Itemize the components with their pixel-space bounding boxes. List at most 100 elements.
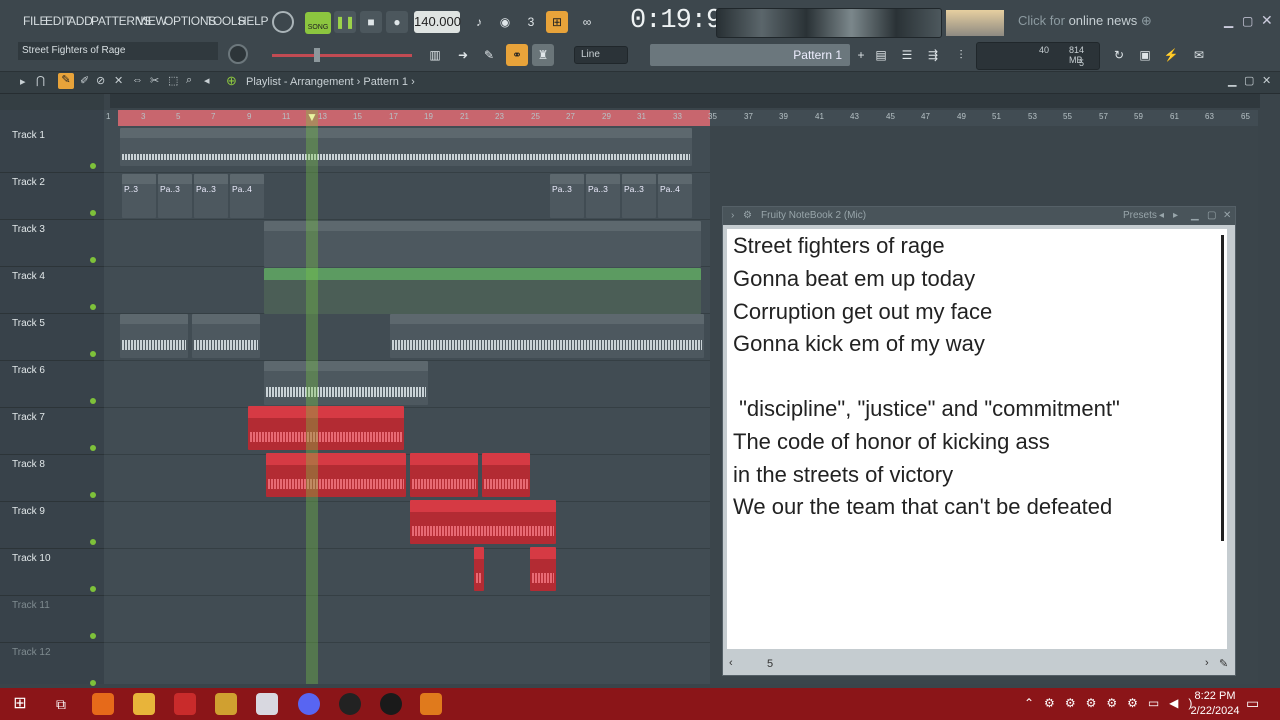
notebook-titlebar[interactable]: › ⚙ Fruity NoteBook 2 (Mic) Presets ◂ ▸ … bbox=[723, 207, 1235, 225]
prev-preset-icon[interactable]: ◂ bbox=[1159, 207, 1164, 225]
timeline-ruler[interactable]: 1 3 5 7 9 11 13 15 17 19 21 23 25 27 29 … bbox=[104, 110, 1258, 126]
track-mute-led[interactable] bbox=[90, 210, 96, 216]
tempo-display[interactable]: 140.000 bbox=[414, 11, 461, 33]
metronome-icon[interactable]: ♪ bbox=[468, 11, 490, 33]
collapse-icon[interactable]: › bbox=[731, 207, 734, 225]
link-icon[interactable]: ⚭ bbox=[506, 44, 528, 66]
track-header[interactable]: Track 8 bbox=[0, 455, 104, 502]
track-mute-led[interactable] bbox=[90, 680, 96, 686]
stop-button[interactable]: ■ bbox=[360, 11, 382, 33]
slice-tool-icon[interactable]: ✂ bbox=[150, 74, 159, 87]
firefox-icon[interactable] bbox=[92, 693, 114, 715]
track-mute-led[interactable] bbox=[90, 398, 96, 404]
track-header[interactable]: Track 10 bbox=[0, 549, 104, 596]
next-page-icon[interactable]: › bbox=[1205, 657, 1209, 669]
task-view-icon[interactable]: ⧉ bbox=[50, 693, 72, 715]
track-mute-led[interactable] bbox=[90, 257, 96, 263]
steam-icon[interactable] bbox=[380, 693, 402, 715]
record-button[interactable]: ● bbox=[386, 11, 408, 33]
playlist-icon[interactable]: ▤ bbox=[870, 44, 892, 66]
track-mute-led[interactable] bbox=[90, 445, 96, 451]
close-icon[interactable]: ✕ bbox=[1223, 207, 1231, 225]
edit-icon[interactable]: ✎ bbox=[1219, 657, 1228, 670]
minimize-icon[interactable]: ▁ bbox=[1224, 14, 1233, 28]
playlist-close-icon[interactable]: ✕ bbox=[1262, 74, 1271, 87]
track-mute-led[interactable] bbox=[90, 492, 96, 498]
horizontal-scrollbar[interactable] bbox=[110, 94, 1260, 108]
playhead-marker-icon[interactable]: ▼ bbox=[306, 110, 318, 124]
loop-record-icon[interactable]: ∞ bbox=[576, 11, 598, 33]
playlist-maximize-icon[interactable]: ▢ bbox=[1244, 74, 1254, 87]
arrow-icon[interactable]: ➜ bbox=[452, 44, 474, 66]
maximize-icon[interactable]: ▢ bbox=[1207, 207, 1216, 225]
pattern-clip[interactable]: Pa..4 bbox=[658, 174, 692, 218]
track-mute-led[interactable] bbox=[90, 163, 96, 169]
menu-add[interactable]: ADD bbox=[68, 14, 93, 28]
track-mute-led[interactable] bbox=[90, 586, 96, 592]
playhead[interactable] bbox=[306, 110, 318, 684]
refresh-icon[interactable]: ↻ bbox=[1108, 44, 1130, 66]
slider-handle[interactable] bbox=[314, 48, 320, 62]
track-header[interactable]: Track 4 bbox=[0, 267, 104, 314]
automation-clip[interactable]: Harmor #2 - A - Pitch vibrato depth bbox=[264, 268, 701, 314]
track-header[interactable]: Track 9 bbox=[0, 502, 104, 549]
app-icon[interactable] bbox=[215, 693, 237, 715]
system-tray-icons[interactable]: ⌃⚙⚙⚙⚙⚙▭◀) bbox=[1024, 696, 1202, 710]
playlist-minimize-icon[interactable]: ▁ bbox=[1228, 74, 1236, 87]
expand-icon[interactable]: ▸ bbox=[20, 75, 26, 88]
obs-icon[interactable] bbox=[339, 693, 361, 715]
paint-tool-icon[interactable]: ✐ bbox=[80, 74, 89, 87]
maximize-icon[interactable]: ▢ bbox=[1242, 14, 1253, 28]
minimize-icon[interactable]: ▁ bbox=[1191, 207, 1199, 225]
step-edit-icon[interactable]: ⊞ bbox=[546, 11, 568, 33]
track-header[interactable]: Track 5 bbox=[0, 314, 104, 361]
pattern-clip[interactable]: Pa..3 bbox=[586, 174, 620, 218]
audio-clip[interactable] bbox=[474, 547, 484, 591]
track-header[interactable]: Track 12 bbox=[0, 643, 104, 690]
news-hint[interactable]: Click for online news ⊕ bbox=[1018, 13, 1152, 29]
magnet-icon[interactable]: ⋂ bbox=[36, 74, 45, 87]
menu-view[interactable]: VIEW bbox=[137, 14, 167, 28]
slip-tool-icon[interactable]: ⇔ bbox=[132, 74, 143, 86]
track-header[interactable]: Track 1 bbox=[0, 126, 104, 173]
voicemeeter-icon[interactable] bbox=[174, 693, 196, 715]
audio-clip[interactable]: Street Fight..2 19-06-41_Mic bbox=[266, 453, 406, 497]
menu-help[interactable]: HELP bbox=[238, 14, 268, 28]
save-icon[interactable]: ▣ bbox=[1134, 44, 1156, 66]
presets-button[interactable]: Presets bbox=[1123, 207, 1157, 225]
track-header[interactable]: Track 11 bbox=[0, 596, 104, 643]
track-header[interactable]: Track 2 bbox=[0, 173, 104, 220]
track-mute-led[interactable] bbox=[90, 304, 96, 310]
audio-clip[interactable]: Street Fighters of R..2 12-50-17_Insert … bbox=[264, 361, 428, 405]
pattern-clip[interactable] bbox=[120, 128, 692, 166]
audio-clip[interactable]: St..t 9 bbox=[192, 314, 260, 358]
wait-input-icon[interactable]: ◉ bbox=[494, 11, 516, 33]
pattern-clip[interactable]: Pa..3 bbox=[550, 174, 584, 218]
audio-clip[interactable]: Street Fighters..02-22 18-54-02_Mic bbox=[410, 500, 556, 544]
song-mode-toggle[interactable]: SONG bbox=[305, 12, 331, 34]
fl-studio-icon[interactable] bbox=[420, 693, 442, 715]
taskbar-clock[interactable]: 8:22 PM 2/22/2024 bbox=[1180, 689, 1250, 719]
draw-tool-icon[interactable]: ✎ bbox=[58, 73, 74, 89]
stamp-icon[interactable]: ♜ bbox=[532, 44, 554, 66]
countdown-icon[interactable]: 3 bbox=[520, 11, 542, 33]
plugin-icon[interactable]: ⚡ bbox=[1160, 44, 1182, 66]
master-volume-knob[interactable] bbox=[272, 11, 294, 33]
gear-icon[interactable]: ⚙ bbox=[743, 207, 752, 225]
snap-selector[interactable]: Line bbox=[574, 46, 628, 64]
pause-button[interactable]: ❚❚ bbox=[334, 11, 356, 33]
track-header[interactable]: Track 6 bbox=[0, 361, 104, 408]
hint-knob[interactable] bbox=[228, 44, 248, 64]
gamepad-icon[interactable] bbox=[256, 693, 278, 715]
windows-start-icon[interactable]: ⊞ bbox=[9, 693, 31, 715]
pattern-clip[interactable]: P..3 bbox=[122, 174, 156, 218]
menu-file[interactable]: FILE bbox=[23, 14, 47, 28]
track-header[interactable]: Track 3 bbox=[0, 220, 104, 267]
page-number[interactable]: 5 bbox=[767, 658, 773, 670]
target-icon[interactable]: ⊕ bbox=[226, 73, 237, 89]
pattern-clip[interactable]: Pa..3 bbox=[158, 174, 192, 218]
add-pattern-icon[interactable]: + bbox=[850, 44, 872, 66]
audio-clip[interactable]: Stree..-41_Mic bbox=[410, 453, 478, 497]
pattern-clip[interactable]: Pa..3 bbox=[194, 174, 228, 218]
track-header[interactable]: Track 7 bbox=[0, 408, 104, 455]
